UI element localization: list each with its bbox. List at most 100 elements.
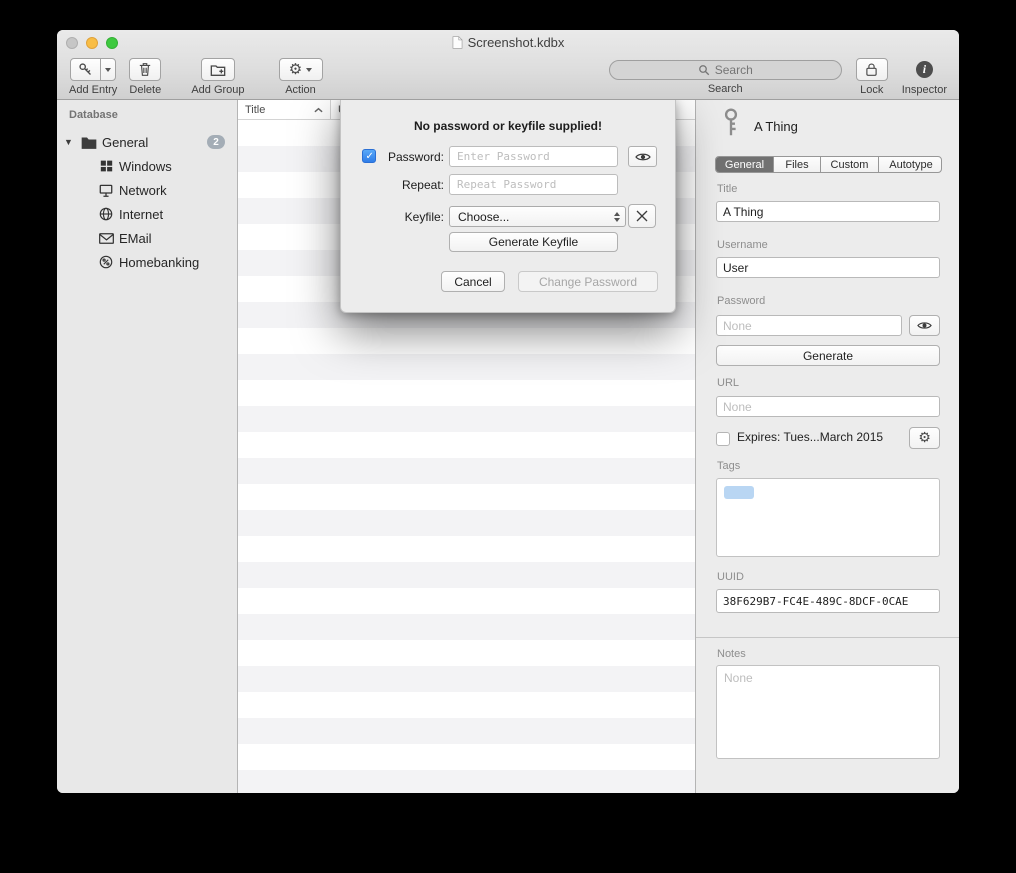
password-label: Password: — [380, 150, 444, 164]
sidebar-item-label: Homebanking — [119, 255, 199, 270]
search-placeholder: Search — [715, 63, 753, 77]
reveal-password-button[interactable] — [909, 315, 940, 336]
tab-custom[interactable]: Custom — [820, 157, 878, 172]
sidebar-item-general[interactable]: ▼ General 2 — [57, 130, 237, 154]
reveal-password-button[interactable] — [628, 146, 657, 167]
action-label: Action — [285, 84, 316, 96]
lock-toolbar-item: Lock — [856, 58, 888, 96]
globe-icon — [97, 207, 115, 221]
tag-token[interactable] — [724, 486, 754, 499]
generate-keyfile-button[interactable]: Generate Keyfile — [449, 232, 618, 252]
cancel-button[interactable]: Cancel — [441, 271, 505, 292]
sidebar-header: Database — [57, 109, 237, 130]
delete-button[interactable] — [129, 58, 161, 81]
sidebar-item-internet[interactable]: Internet — [57, 202, 237, 226]
tab-files[interactable]: Files — [773, 157, 820, 172]
action-toolbar-item: ⚙ Action — [279, 58, 323, 96]
delete-toolbar-item: Delete — [129, 58, 161, 96]
tags-field[interactable] — [716, 478, 940, 557]
repeat-label: Repeat: — [380, 178, 444, 192]
expires-settings-button[interactable]: ⚙ — [909, 427, 940, 449]
add-entry-dropdown-button[interactable] — [100, 58, 116, 81]
title-field-label: Title — [717, 183, 737, 195]
magnifier-icon — [698, 64, 710, 76]
folder-plus-icon — [210, 63, 226, 77]
sidebar-item-network[interactable]: Network — [57, 178, 237, 202]
entry-title: A Thing — [754, 119, 798, 134]
gear-icon: ⚙ — [289, 62, 302, 77]
password-field[interactable] — [716, 315, 902, 336]
lock-button[interactable] — [856, 58, 888, 81]
minimize-button[interactable] — [86, 37, 98, 49]
sidebar-item-label: Internet — [119, 207, 163, 222]
title-field[interactable] — [716, 201, 940, 222]
eye-icon — [917, 320, 932, 331]
url-field[interactable] — [716, 396, 940, 417]
inspector-tabs: General Files Custom Autotype — [715, 156, 942, 173]
tab-general[interactable]: General — [716, 157, 773, 172]
window-title-text: Screenshot.kdbx — [468, 35, 565, 50]
sidebar-item-homebanking[interactable]: Homebanking — [57, 250, 237, 274]
expires-checkbox[interactable] — [716, 432, 730, 446]
search-label: Search — [708, 83, 743, 95]
sidebar-item-windows[interactable]: Windows — [57, 154, 237, 178]
chevron-down-icon — [105, 68, 111, 72]
change-password-button[interactable]: Change Password — [518, 271, 658, 292]
sidebar-item-label: Windows — [119, 159, 172, 174]
key-icon — [78, 62, 93, 77]
divider — [696, 637, 959, 638]
delete-label: Delete — [129, 84, 161, 96]
uuid-field[interactable] — [716, 589, 940, 613]
column-header-title[interactable]: Title — [238, 100, 331, 119]
expires-label: Expires: Tues...March 2015 — [737, 430, 883, 444]
action-button[interactable]: ⚙ — [279, 58, 323, 81]
percent-coin-icon — [97, 255, 115, 269]
app-window: Screenshot.kdbx Add Entry — [57, 30, 959, 793]
repeat-input[interactable] — [449, 174, 618, 195]
envelope-icon — [97, 233, 115, 244]
generate-password-button[interactable]: Generate — [716, 345, 940, 366]
sidebar-item-label: Network — [119, 183, 167, 198]
sidebar: Database ▼ General 2 Windows Networ — [57, 100, 238, 793]
lock-label: Lock — [860, 84, 883, 96]
keyfile-popup[interactable]: Choose... — [449, 206, 626, 227]
windows-icon — [97, 160, 115, 172]
sort-ascending-icon — [314, 107, 323, 113]
tab-autotype[interactable]: Autotype — [878, 157, 942, 172]
chevron-down-icon — [306, 68, 312, 72]
uuid-label: UUID — [717, 571, 744, 583]
eye-icon — [635, 151, 651, 163]
password-checkbox[interactable] — [362, 149, 376, 163]
zoom-button[interactable] — [106, 37, 118, 49]
search-input[interactable]: Search — [609, 60, 842, 80]
change-password-dialog: No password or keyfile supplied! Passwor… — [340, 100, 676, 313]
add-group-toolbar-item: Add Group — [191, 58, 244, 96]
inspector-label: Inspector — [902, 84, 947, 96]
toolbar: Add Entry Delete Add Group — [57, 55, 959, 100]
password-field-label: Password — [717, 295, 765, 307]
gear-icon: ⚙ — [918, 431, 931, 445]
disclosure-triangle-icon[interactable]: ▼ — [64, 137, 73, 147]
username-field[interactable] — [716, 257, 940, 278]
url-field-label: URL — [717, 377, 739, 389]
close-button[interactable] — [66, 37, 78, 49]
add-group-label: Add Group — [191, 84, 244, 96]
clear-keyfile-button[interactable] — [628, 204, 656, 228]
sidebar-item-email[interactable]: EMail — [57, 226, 237, 250]
popup-stepper-icon — [614, 207, 620, 226]
tags-label: Tags — [717, 460, 740, 472]
notes-field[interactable] — [716, 665, 940, 759]
titlebar[interactable]: Screenshot.kdbx — [57, 30, 959, 55]
inspector-toolbar-item: i Inspector — [902, 58, 947, 96]
add-entry-toolbar-item: Add Entry — [69, 58, 117, 96]
count-badge: 2 — [207, 135, 225, 149]
inspector-panel: A Thing General Files Custom Autotype Ti… — [695, 100, 959, 793]
folder-icon — [80, 136, 98, 149]
add-group-button[interactable] — [201, 58, 235, 81]
inspector-button[interactable]: i — [916, 58, 933, 81]
password-input[interactable] — [449, 146, 618, 167]
sidebar-item-label: EMail — [119, 231, 152, 246]
dialog-message: No password or keyfile supplied! — [341, 119, 675, 133]
search-toolbar-item: Search Search — [609, 58, 842, 95]
add-entry-button[interactable] — [70, 58, 101, 81]
